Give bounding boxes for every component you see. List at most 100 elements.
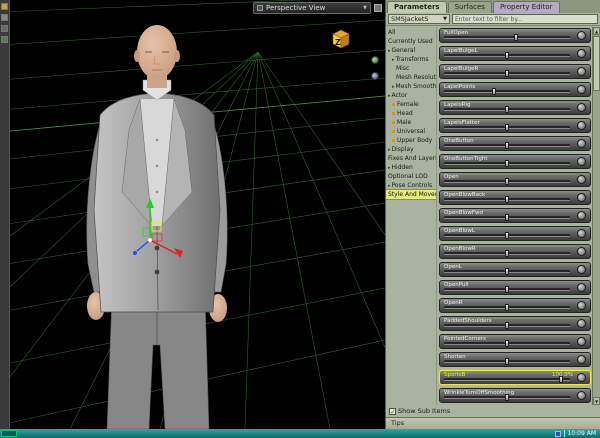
param-slider-handle[interactable] xyxy=(505,106,509,113)
param-slider-handle[interactable] xyxy=(513,34,518,41)
expand-arrow-icon[interactable]: ▸ xyxy=(388,48,391,54)
param-slider-track[interactable] xyxy=(444,52,570,59)
param-slider-handle[interactable] xyxy=(505,214,509,221)
expand-arrow-icon[interactable]: ▸ xyxy=(388,165,391,171)
taskbar-tray-icon[interactable] xyxy=(554,430,561,437)
taskbar-clock[interactable]: 10:09 AM xyxy=(568,430,596,437)
expand-arrow-icon[interactable]: ▸ xyxy=(388,93,391,99)
param-dial-icon[interactable] xyxy=(577,121,586,130)
param-slider-track[interactable] xyxy=(444,106,570,113)
param-slider-track[interactable] xyxy=(444,178,570,185)
figure-dropdown[interactable]: SMSJacketS ▼ xyxy=(388,14,450,24)
param-slider-handle[interactable] xyxy=(505,142,509,149)
param-slider-track[interactable] xyxy=(444,286,570,293)
param-slider-track[interactable] xyxy=(444,232,570,239)
param-slider-handle[interactable] xyxy=(559,376,564,383)
param-slider-handle[interactable] xyxy=(505,160,509,167)
nav-item-head[interactable]: Head xyxy=(386,109,436,118)
param-slider-track[interactable] xyxy=(444,268,570,275)
param-dial-icon[interactable] xyxy=(577,175,586,184)
nav-item-pose-controls[interactable]: ▸Pose Controls xyxy=(386,181,436,190)
param-slider-handle[interactable] xyxy=(505,178,509,185)
param-dial-icon[interactable] xyxy=(577,139,586,148)
nav-item-female[interactable]: Female xyxy=(386,100,436,109)
taskbar-start-button[interactable] xyxy=(1,430,17,437)
param-dial-icon[interactable] xyxy=(577,391,586,400)
param-dial-icon[interactable] xyxy=(577,67,586,76)
param-slider-track[interactable] xyxy=(444,340,570,347)
nav-item-universal[interactable]: Universal xyxy=(386,127,436,136)
param-dial-icon[interactable] xyxy=(577,157,586,166)
sphere-gadget-icon[interactable] xyxy=(371,56,379,64)
view-selector-bar[interactable]: Perspective View ▼ xyxy=(253,2,371,14)
tips-bar[interactable]: Tips xyxy=(386,417,600,429)
param-slider-track[interactable] xyxy=(444,124,570,131)
param-dial-icon[interactable] xyxy=(577,103,586,112)
nav-item-misc[interactable]: Misc xyxy=(386,64,436,73)
param-dial-icon[interactable] xyxy=(577,85,586,94)
nav-item-transforms[interactable]: ▸Transforms xyxy=(386,55,436,64)
scroll-down-icon[interactable]: ▼ xyxy=(593,397,600,405)
nav-item-actor[interactable]: ▸Actor xyxy=(386,91,436,100)
scrollbar-thumb[interactable] xyxy=(593,36,600,91)
nav-item-mesh-resolution[interactable]: Mesh Resolution xyxy=(386,73,436,82)
nav-item-general[interactable]: ▸General xyxy=(386,46,436,55)
scroll-up-icon[interactable]: ▲ xyxy=(593,27,600,35)
param-slider-handle[interactable] xyxy=(505,70,509,77)
nav-item-all[interactable]: All xyxy=(386,28,436,37)
param-slider-handle[interactable] xyxy=(505,394,509,401)
tab-parameters[interactable]: Parameters xyxy=(387,1,447,13)
camera-tool-icon[interactable] xyxy=(1,25,8,32)
nav-item-fixes-and-layering[interactable]: Fixes And Layering xyxy=(386,154,436,163)
nav-item-hidden[interactable]: ▸Hidden xyxy=(386,163,436,172)
param-dial-icon[interactable] xyxy=(577,355,586,364)
cube-tool-icon[interactable] xyxy=(1,3,8,10)
viewport-options-cube-icon[interactable] xyxy=(374,4,382,12)
param-dial-icon[interactable] xyxy=(577,301,586,310)
param-dial-icon[interactable] xyxy=(577,211,586,220)
view-gadget-icon[interactable] xyxy=(371,72,379,80)
param-slider-handle[interactable] xyxy=(505,196,509,203)
axis-cube-widget[interactable]: Z xyxy=(328,26,354,52)
parameter-scrollbar[interactable]: ▲ ▼ xyxy=(592,27,600,405)
param-slider-handle[interactable] xyxy=(505,340,509,347)
viewport-3d[interactable]: Perspective View ▼ Z xyxy=(0,0,385,429)
param-slider-handle[interactable] xyxy=(492,88,497,95)
param-slider-track[interactable] xyxy=(444,358,570,365)
param-slider-track[interactable] xyxy=(444,142,570,149)
param-slider-track[interactable] xyxy=(444,214,570,221)
param-slider-handle[interactable] xyxy=(505,124,509,131)
param-slider-track[interactable] xyxy=(444,34,570,41)
param-dial-icon[interactable] xyxy=(577,193,586,202)
nav-item-optional-lod[interactable]: Optional LOD xyxy=(386,172,436,181)
show-sub-items-checkbox[interactable]: ✓ xyxy=(389,407,396,415)
param-dial-icon[interactable] xyxy=(577,319,586,328)
param-slider-handle[interactable] xyxy=(505,358,509,365)
tab-property-editor[interactable]: Property Editor xyxy=(492,1,560,13)
param-dial-icon[interactable] xyxy=(577,49,586,58)
nav-item-currently-used[interactable]: Currently Used xyxy=(386,37,436,46)
view-dropdown-arrow-icon[interactable]: ▼ xyxy=(363,5,367,11)
param-slider-handle[interactable] xyxy=(505,286,509,293)
nav-item-display[interactable]: ▸Display xyxy=(386,145,436,154)
param-slider-handle[interactable] xyxy=(505,322,509,329)
param-slider-track[interactable] xyxy=(444,88,570,95)
param-slider-track[interactable] xyxy=(444,250,570,257)
param-dial-icon[interactable] xyxy=(577,247,586,256)
param-slider-track[interactable] xyxy=(444,70,570,77)
param-slider-track[interactable] xyxy=(444,394,570,401)
param-slider-track[interactable] xyxy=(444,322,570,329)
param-slider-handle[interactable] xyxy=(505,304,509,311)
param-dial-icon[interactable] xyxy=(577,373,586,382)
nav-item-style-and-movement[interactable]: Style And Movement xyxy=(386,189,436,200)
light-tool-icon[interactable] xyxy=(1,14,8,21)
filter-input[interactable] xyxy=(452,14,598,24)
expand-arrow-icon[interactable]: ▸ xyxy=(392,57,395,63)
expand-arrow-icon[interactable]: ▸ xyxy=(388,183,391,189)
param-slider-track[interactable] xyxy=(444,304,570,311)
tab-surfaces[interactable]: Surfaces xyxy=(447,1,492,13)
param-dial-icon[interactable] xyxy=(577,283,586,292)
param-slider-handle[interactable] xyxy=(505,232,509,239)
nav-item-mesh-smoothing[interactable]: ▸Mesh Smoothing xyxy=(386,82,436,91)
expand-arrow-icon[interactable]: ▸ xyxy=(392,84,395,90)
